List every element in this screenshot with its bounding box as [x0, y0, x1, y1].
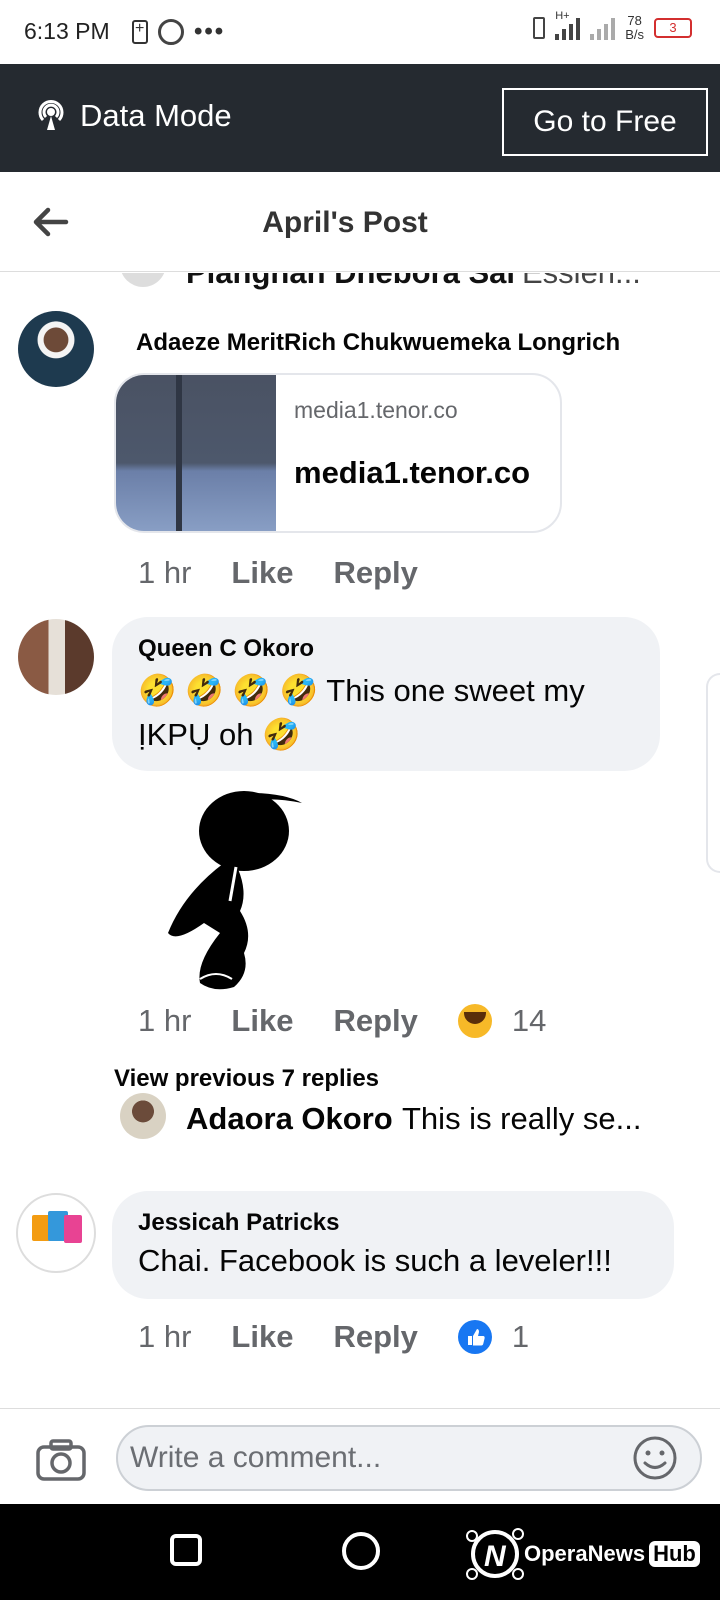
reply-button[interactable]: Reply [333, 1003, 417, 1039]
link-title: media1.tenor.co [294, 455, 531, 490]
vibrate-icon [533, 17, 546, 39]
network-speed: 78 B/s [625, 13, 644, 42]
side-panel-handle[interactable] [706, 673, 720, 873]
reply-preview-row[interactable]: Adaora Okoro This is really se... [120, 1093, 680, 1149]
data-mode-label: Data Mode [80, 98, 232, 133]
reply-button[interactable]: Reply [333, 555, 417, 591]
sticker-image[interactable] [154, 783, 304, 993]
comment-composer [0, 1408, 720, 1504]
opera-news-logo-icon: N [466, 1528, 524, 1580]
avatar[interactable] [18, 619, 94, 695]
emoji-icon[interactable] [632, 1435, 678, 1481]
comment-bubble[interactable]: Jessicah Patricks Chai. Facebook is such… [112, 1191, 674, 1299]
status-bar: 6:13 PM ••• H+ 78 B/s 3 [0, 0, 720, 64]
app-notification-icon [158, 19, 184, 45]
link-domain: media1.tenor.co [294, 397, 458, 423]
battery-saver-icon [132, 20, 148, 44]
reply-preview-text: Essien... [522, 273, 641, 291]
comment-bubble[interactable]: Queen C Okoro 🤣 🤣 🤣 🤣 This one sweet my … [112, 617, 660, 771]
reaction-count[interactable]: 1 [512, 1319, 529, 1355]
comment-time: 1 hr [138, 1003, 192, 1038]
avatar[interactable] [16, 1193, 96, 1273]
comment-time: 1 hr [138, 1319, 192, 1354]
like-button[interactable]: Like [231, 555, 293, 591]
broadcast-icon [38, 100, 64, 130]
view-previous-replies-link[interactable]: View previous 7 replies [114, 1065, 379, 1093]
comment-input[interactable] [116, 1425, 702, 1491]
comment-actions: 1 hr Like Reply 1 [138, 1319, 529, 1355]
reply-author-name[interactable]: Adaora Okoro [186, 1101, 393, 1137]
like-button[interactable]: Like [231, 1319, 293, 1355]
comment-actions: 1 hr Like Reply [138, 555, 458, 591]
comment-author-name[interactable]: Queen C Okoro [138, 635, 634, 663]
avatar[interactable] [18, 311, 94, 387]
link-thumbnail [116, 375, 276, 531]
comment-author-name[interactable]: Jessicah Patricks [138, 1209, 648, 1237]
reaction-count[interactable]: 14 [512, 1003, 546, 1039]
brand-name: OperaNews [524, 1541, 646, 1566]
camera-icon[interactable] [36, 1439, 86, 1481]
home-button[interactable] [342, 1532, 380, 1570]
battery-icon: 3 [654, 18, 692, 38]
signal-2-icon [590, 16, 616, 40]
reply-preview-text: This is really se... [402, 1101, 642, 1136]
comment-text: Chai. Facebook is such a leveler!!! [138, 1243, 612, 1278]
like-button[interactable]: Like [231, 1003, 293, 1039]
page-title: April's Post [262, 206, 428, 239]
partial-reply-row[interactable]: Pianghan Dhebora Sai Essien... [120, 273, 680, 299]
svg-text:N: N [484, 1540, 507, 1573]
comment-list: Pianghan Dhebora Sai Essien... Adaeze Me… [0, 273, 720, 1408]
like-reaction-icon[interactable] [457, 1320, 492, 1354]
comment-author-name[interactable]: Adaeze MeritRich Chukwuemeka Longrich [136, 329, 620, 357]
recent-apps-button[interactable] [170, 1534, 202, 1566]
brand-hub: Hub [649, 1541, 700, 1567]
network-type: H+ [555, 10, 570, 22]
reply-button[interactable]: Reply [333, 1319, 417, 1355]
opera-news-hub-watermark: N OperaNews Hub [462, 1524, 700, 1584]
comment-actions: 1 hr Like Reply 14 [138, 1003, 546, 1039]
status-time: 6:13 PM [24, 18, 110, 44]
system-navigation-bar: N OperaNews Hub [0, 1504, 720, 1600]
haha-reaction-icon[interactable] [457, 1004, 492, 1038]
avatar [120, 1093, 166, 1139]
go-to-free-button[interactable]: Go to Free [502, 88, 708, 156]
avatar [120, 273, 166, 287]
comment-time: 1 hr [138, 555, 192, 590]
post-header: April's Post [0, 172, 720, 272]
more-notifications-icon: ••• [194, 18, 226, 45]
reply-author-name[interactable]: Pianghan Dhebora Sai [186, 273, 515, 291]
comment-text: 🤣 🤣 🤣 🤣 This one sweet my ỊKPỤ oh 🤣 [138, 673, 585, 752]
link-preview-card[interactable]: media1.tenor.co media1.tenor.co [114, 373, 562, 533]
